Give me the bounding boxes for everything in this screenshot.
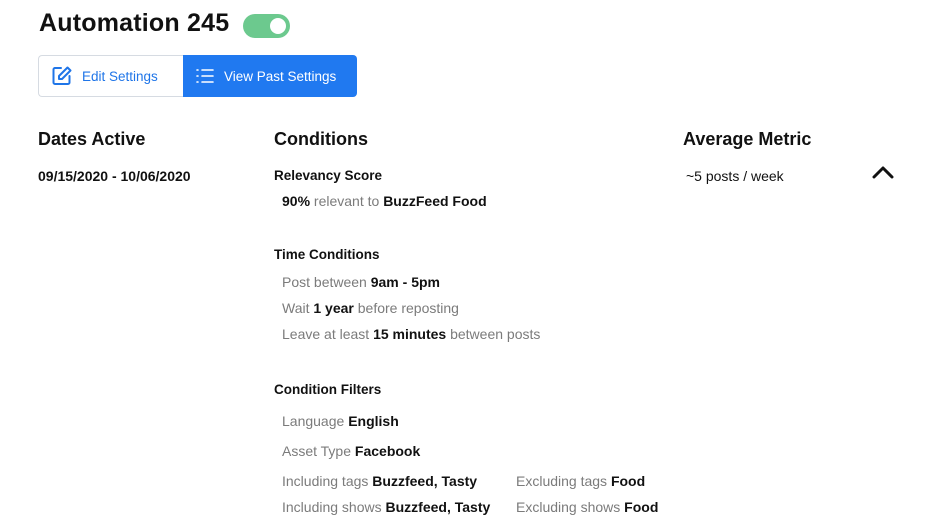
view-past-settings-label: View Past Settings — [224, 68, 337, 84]
list-icon — [196, 69, 214, 83]
excluding-shows-filter: Excluding shows Food — [516, 499, 659, 515]
edit-settings-button[interactable]: Edit Settings — [38, 55, 183, 97]
edit-settings-label: Edit Settings — [82, 68, 158, 84]
date-range: 09/15/2020 - 10/06/2020 — [38, 168, 191, 184]
condition-filters-title: Condition Filters — [274, 382, 382, 397]
time-line-2: Wait 1 year before reposting — [282, 300, 459, 316]
edit-icon — [52, 66, 72, 85]
chevron-up-icon[interactable] — [871, 164, 895, 180]
dates-active-heading: Dates Active — [38, 129, 146, 149]
including-shows-filter: Including shows Buzzfeed, Tasty — [282, 499, 491, 515]
settings-button-group: Edit Settings View Past Settings — [38, 55, 357, 97]
including-tags-filter: Including tags Buzzfeed, Tasty — [282, 473, 478, 489]
language-filter: Language English — [282, 413, 399, 429]
toggle-knob — [270, 18, 286, 34]
view-past-settings-button[interactable]: View Past Settings — [183, 55, 357, 97]
asset-type-filter: Asset Type Facebook — [282, 443, 421, 459]
time-line-1: Post between 9am - 5pm — [282, 274, 440, 290]
time-conditions-title: Time Conditions — [274, 247, 380, 262]
relevancy-score-title: Relevancy Score — [274, 168, 383, 183]
relevancy-line: 90% relevant to BuzzFeed Food — [282, 193, 487, 209]
average-metric-value: ~5 posts / week — [686, 168, 784, 184]
page-title: Automation 245 — [39, 9, 230, 37]
time-line-3: Leave at least 15 minutes between posts — [282, 326, 541, 342]
conditions-heading: Conditions — [274, 129, 368, 149]
average-metric-heading: Average Metric — [683, 129, 812, 149]
excluding-tags-filter: Excluding tags Food — [516, 473, 646, 489]
automation-toggle[interactable] — [243, 14, 290, 38]
